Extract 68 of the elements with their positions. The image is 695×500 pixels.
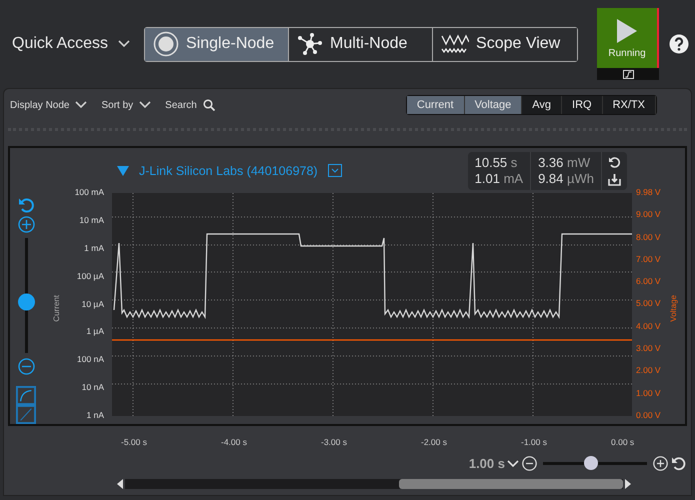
zoom-in-icon[interactable] (18, 216, 34, 233)
wave-icon (441, 34, 470, 54)
zoom-out-icon[interactable] (18, 358, 34, 375)
scroll-right-icon[interactable] (625, 479, 631, 489)
zoom-slider-thumb[interactable] (18, 294, 34, 311)
view-tab[interactable]: Single-Node (145, 28, 290, 60)
voltage-axis-tick: 4.00 V (636, 320, 661, 331)
stat-reading: 1.01 mA (474, 170, 524, 186)
y-axis-tick: 100 mA (74, 187, 104, 197)
voltage-axis-title: Voltage (668, 295, 678, 322)
quick-access-dropdown[interactable]: Quick Access (12, 35, 130, 53)
collapse-triangle-icon[interactable] (117, 166, 129, 176)
y-axis-tick: 10 mA (79, 214, 104, 225)
voltage-axis-tick: 9.00 V (636, 209, 661, 220)
linear-scale-icon[interactable] (16, 405, 36, 424)
stat-reading: 10.55 s (474, 154, 518, 170)
x-axis-tick: -2.00 s (421, 437, 448, 449)
y-axis-tick: 10 µA (82, 298, 104, 308)
dropdown-icon[interactable] (328, 164, 342, 177)
x-axis-tick: -5.00 s (121, 437, 148, 449)
time-scale-dropdown[interactable]: 1.00 s (468, 456, 519, 471)
reset-icon[interactable] (608, 156, 621, 168)
voltage-axis-tick: 5.00 V (636, 298, 661, 308)
run-button[interactable]: Running (597, 8, 660, 68)
chevron-down-icon (139, 101, 152, 109)
radio-icon (153, 31, 180, 57)
display-node-dropdown[interactable]: Display Node (10, 100, 88, 110)
help-icon[interactable] (669, 34, 690, 54)
time-zoom-thumb[interactable] (584, 456, 598, 470)
y-axis-tick: 100 nA (77, 354, 104, 364)
sort-by-dropdown[interactable]: Sort by (101, 100, 152, 110)
scroll-left-icon[interactable] (117, 479, 123, 489)
save-icon[interactable] (608, 172, 621, 186)
search-button[interactable]: Search (165, 99, 215, 111)
chevron-down-icon (507, 460, 519, 468)
y-axis-tick: 1 mA (84, 242, 104, 253)
voltage-axis-tick: 8.00 V (636, 232, 661, 242)
y-axis-tick: 100 µA (76, 270, 104, 281)
reset-icon[interactable] (671, 456, 686, 471)
stat-reading: 9.84 µWh (538, 170, 594, 186)
log-scale-icon[interactable] (16, 386, 36, 405)
chevron-down-icon (75, 101, 88, 109)
channel-toggle[interactable]: Voltage (464, 96, 522, 114)
x-axis-tick: -1.00 s (521, 437, 548, 449)
chevron-down-icon (118, 40, 130, 48)
trigger-icon[interactable] (622, 70, 634, 78)
voltage-axis-tick: 6.00 V (636, 276, 661, 286)
channel-toggle[interactable]: Current (406, 96, 465, 114)
y-axis-title: Current (52, 295, 61, 322)
voltage-axis-tick: 1.00 V (636, 388, 661, 398)
voltage-axis-tick: 9.98 V (636, 187, 661, 197)
x-axis-tick: 0.00 s (611, 437, 634, 449)
y-axis-tick: 1 nA (86, 410, 104, 420)
reset-zoom-icon[interactable] (18, 197, 34, 213)
voltage-axis-tick: 7.00 V (636, 254, 661, 264)
voltage-axis-tick: 2.00 V (636, 365, 661, 376)
search-icon (202, 99, 215, 111)
voltage-axis-tick: 3.00 V (636, 343, 661, 354)
y-axis-tick: 10 nA (82, 382, 104, 392)
stat-reading: 3.36 mW (538, 154, 592, 170)
x-axis-tick: -4.00 s (221, 437, 248, 449)
device-title: J-Link Silicon Labs (440106978) (139, 164, 318, 178)
network-icon (297, 33, 324, 55)
y-axis-tick: 1 µA (86, 326, 104, 336)
play-icon (616, 18, 638, 44)
horizontal-scrollbar[interactable] (125, 479, 623, 489)
voltage-axis-tick: 0.00 V (636, 410, 661, 420)
x-axis-tick: -3.00 s (321, 437, 348, 449)
